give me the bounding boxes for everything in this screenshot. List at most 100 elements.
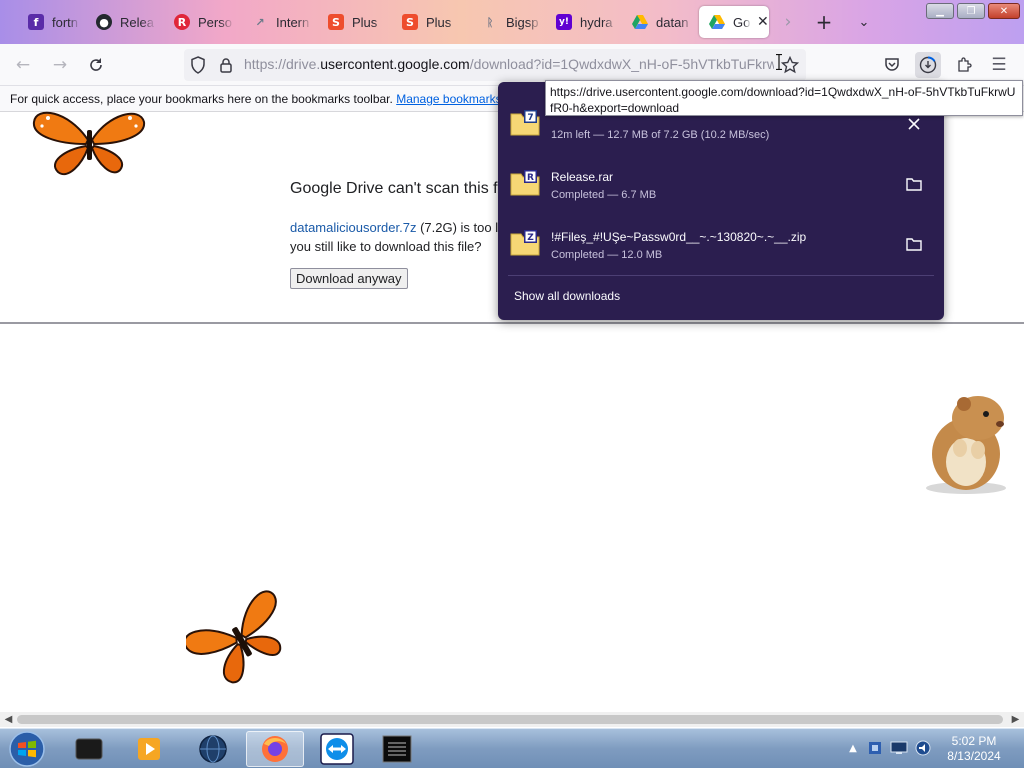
system-clock[interactable]: 5:02 PM 8/13/2024 <box>938 734 1010 764</box>
tab-6[interactable]: S Plus <box>392 6 462 38</box>
shop-bag-icon: S <box>328 14 344 30</box>
tab-7[interactable]: ᚱ Bigsp <box>472 6 542 38</box>
scrollbar-thumb[interactable] <box>17 715 1003 724</box>
teamviewer-icon <box>320 733 354 765</box>
svg-text:R: R <box>527 173 534 183</box>
url-text[interactable]: https://drive.usercontent.google.com/dow… <box>244 56 774 76</box>
archive-zip-file-icon: Z <box>510 230 540 256</box>
tab-label: Relea <box>120 14 154 30</box>
new-tab-button[interactable]: + <box>812 10 836 34</box>
tab-label: Go <box>733 14 751 30</box>
text-cursor-icon <box>776 54 782 70</box>
address-bar[interactable]: https://drive.usercontent.google.com/dow… <box>184 49 806 81</box>
downloads-button[interactable] <box>915 52 941 78</box>
download-status: Completed — 6.7 MB <box>551 189 657 201</box>
reload-button[interactable] <box>83 52 109 78</box>
restore-button[interactable]: ❐ <box>957 3 985 19</box>
svg-text:Z: Z <box>527 233 534 243</box>
close-tab-icon[interactable]: ✕ <box>757 14 769 30</box>
vlc-icon <box>138 738 160 760</box>
tab-label: Bigsp <box>506 14 539 30</box>
trend-icon: ↗ <box>255 15 265 29</box>
taskbar-app-globe[interactable] <box>186 731 240 767</box>
clock-time: 5:02 PM <box>951 734 997 748</box>
tab-3[interactable]: R Perso <box>164 6 234 38</box>
shop-bag-icon: S <box>402 14 418 30</box>
start-button[interactable] <box>2 731 52 767</box>
list-all-tabs-chevron-icon[interactable]: ⌄ <box>852 10 876 34</box>
tracking-protection-shield-icon[interactable] <box>188 55 208 75</box>
download-progress-icon <box>919 56 937 74</box>
archive-7z-file-icon: 7 <box>510 110 540 136</box>
tab-active[interactable]: Go ✕ <box>699 6 769 38</box>
tab-4[interactable]: ↗ Intern <box>242 6 312 38</box>
tab-label: Perso <box>198 14 232 30</box>
show-hidden-icons-arrow[interactable]: ▲ <box>844 739 862 757</box>
back-button[interactable]: ← <box>10 52 36 78</box>
taskbar-app-firefox[interactable] <box>246 731 304 767</box>
yahoo-icon: y! <box>556 14 572 30</box>
url-tooltip: https://drive.usercontent.google.com/dow… <box>545 80 1023 116</box>
panel-divider <box>508 275 934 276</box>
scroll-left-arrow-icon[interactable]: ◀ <box>1 712 16 727</box>
svg-text:7: 7 <box>527 113 533 123</box>
taskbar-app-terminal[interactable] <box>370 731 424 767</box>
lock-icon[interactable] <box>216 55 236 75</box>
tab-label: fortn <box>52 14 79 30</box>
butterfly-icon <box>186 590 282 684</box>
manage-bookmarks-link[interactable]: Manage bookmarks... <box>396 92 511 106</box>
show-all-downloads-button[interactable]: Show all downloads <box>514 289 620 303</box>
network-monitor-icon[interactable] <box>890 739 908 757</box>
minimize-button[interactable]: ▁ <box>926 3 954 19</box>
tray-app-icon[interactable] <box>866 739 884 757</box>
file-name-link[interactable]: datamaliciousorder.7z <box>290 220 416 235</box>
tab-5[interactable]: S Plus <box>318 6 388 38</box>
github-icon: ● <box>96 14 112 30</box>
scroll-right-arrow-icon[interactable]: ▶ <box>1008 712 1023 727</box>
horizontal-scrollbar[interactable]: ◀ ▶ <box>0 712 1024 727</box>
terminal-icon <box>382 735 412 763</box>
download-item[interactable]: R Release.rar Completed — 6.7 MB <box>508 158 934 214</box>
tab-2[interactable]: ● Relea <box>86 6 156 38</box>
tab-8[interactable]: y! hydra <box>546 6 618 38</box>
tab-9[interactable]: datan <box>622 6 694 38</box>
globe-icon <box>199 735 227 763</box>
download-status: 12m left — 12.7 MB of 7.2 GB (10.2 MB/se… <box>551 129 770 141</box>
windows-orb-icon <box>9 731 45 767</box>
pocket-button[interactable] <box>879 52 905 78</box>
page-title: Google Drive can't scan this f <box>290 180 498 197</box>
archive-rar-file-icon: R <box>510 170 540 196</box>
taskbar: ▲ 5:02 PM 8/13/2024 <box>0 728 1024 768</box>
volume-icon[interactable] <box>914 739 932 757</box>
warning-body: datamaliciousorder.7z (7.2G) is too l yo… <box>290 220 499 254</box>
download-file-name: !#Fileş_#!UŞe~Passw0rd__~.~130820~.~__.z… <box>551 230 807 244</box>
hamster-icon <box>926 396 1006 494</box>
show-in-folder-icon[interactable] <box>902 172 926 196</box>
red-r-icon: R <box>174 14 190 30</box>
fortnite-icon: f <box>28 14 44 30</box>
pocket-icon <box>885 58 899 71</box>
bigsp-icon: ᚱ <box>486 15 494 29</box>
tab-label: hydra <box>580 14 613 30</box>
download-anyway-button[interactable]: Download anyway <box>290 268 408 289</box>
app-menu-hamburger-icon[interactable]: ☰ <box>986 52 1012 78</box>
show-in-folder-icon[interactable] <box>902 232 926 256</box>
tab-label: Plus <box>352 14 378 30</box>
butterfly-icon <box>32 111 146 175</box>
tab-1[interactable]: f fortn <box>18 6 80 38</box>
forward-button[interactable]: → <box>47 52 73 78</box>
scroll-tabs-right-icon[interactable]: › <box>776 10 800 34</box>
firefox-icon <box>262 736 288 762</box>
tab-label: datan <box>656 14 689 30</box>
download-item[interactable]: Z !#Fileş_#!UŞe~Passw0rd__~.~130820~.~__… <box>508 218 934 274</box>
close-window-button[interactable]: ✕ <box>988 3 1020 19</box>
extensions-button[interactable] <box>951 52 977 78</box>
taskbar-app-media-center[interactable] <box>62 731 116 767</box>
tab-label: Plus <box>426 14 452 30</box>
google-drive-icon <box>632 14 648 30</box>
media-center-icon <box>75 738 103 760</box>
bookmark-star-icon[interactable] <box>780 55 800 75</box>
taskbar-app-vlc[interactable] <box>122 731 176 767</box>
reload-icon <box>90 58 102 71</box>
taskbar-app-teamviewer[interactable] <box>310 731 364 767</box>
